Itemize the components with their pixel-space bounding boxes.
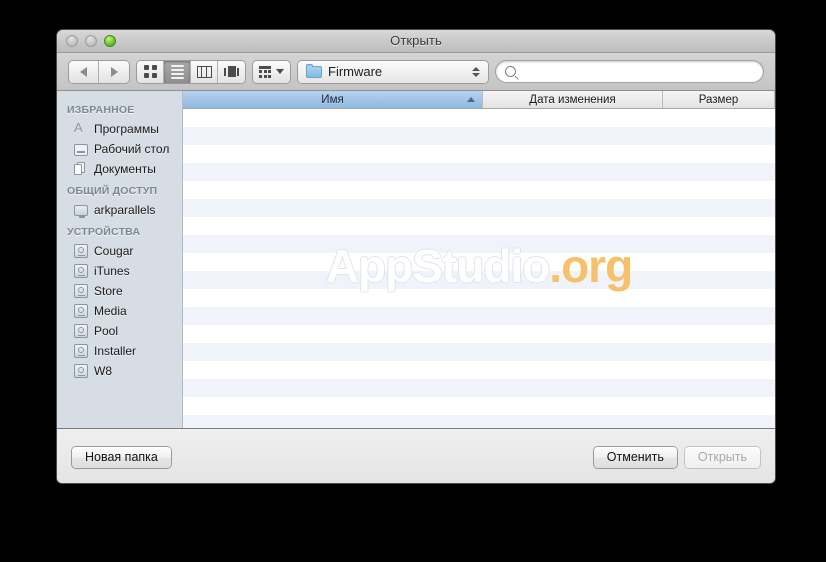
column-header-date-modified[interactable]: Дата изменения [483, 91, 663, 108]
table-row[interactable] [183, 325, 775, 343]
sidebar-item-label: Документы [94, 162, 156, 176]
list-icon [170, 64, 184, 79]
search-icon [505, 66, 516, 77]
window-title: Открыть [390, 33, 442, 48]
title-bar: Открыть [57, 30, 775, 53]
action-gear-icon [259, 65, 271, 78]
path-popup-button[interactable]: Firmware [298, 60, 488, 83]
columns-icon [196, 65, 212, 78]
open-button[interactable]: Открыть [684, 446, 760, 468]
table-row[interactable] [183, 181, 775, 199]
sidebar-item-installer[interactable]: Installer [57, 341, 182, 361]
sidebar-item-label: Media [94, 304, 127, 318]
current-folder-label: Firmware [328, 64, 383, 79]
toolbar: Firmware [57, 53, 775, 91]
sidebar-item-documents[interactable]: Документы [57, 159, 182, 179]
table-row[interactable] [183, 163, 775, 181]
column-view-button[interactable] [191, 60, 218, 83]
documents-icon [74, 162, 88, 176]
sort-ascending-icon [467, 97, 475, 102]
file-list-rows[interactable] [183, 109, 775, 428]
table-row[interactable] [183, 307, 775, 325]
sidebar-section-header-favorites: ИЗБРАННОЕ [67, 104, 135, 116]
forward-button[interactable] [99, 61, 129, 83]
hard-drive-icon [74, 264, 88, 278]
sidebar: ИЗБРАННОЕ Программы Рабочий стол Докумен… [57, 91, 183, 428]
sidebar-item-label: Рабочий стол [94, 142, 170, 156]
screen: Открыть Firmware ИЗБРАННОЕ A Программы Р… [0, 0, 826, 562]
back-button[interactable] [69, 60, 99, 83]
search-input[interactable] [522, 63, 754, 80]
table-row[interactable] [183, 397, 775, 415]
hard-drive-icon [74, 344, 88, 358]
column-header-name-label: Имя [321, 93, 344, 106]
table-row[interactable] [183, 343, 775, 361]
sidebar-item-itunes[interactable]: iTunes [57, 261, 182, 281]
coverflow-view-button[interactable] [218, 61, 245, 83]
table-row[interactable] [183, 253, 775, 271]
folder-icon [306, 63, 322, 78]
hard-drive-icon [74, 244, 88, 258]
search-field[interactable] [496, 61, 763, 82]
forward-arrow-icon [110, 66, 118, 77]
hard-drive-icon [74, 324, 88, 338]
sidebar-item-label: Cougar [94, 244, 134, 258]
sidebar-item-label: Программы [94, 122, 159, 136]
sidebar-item-cougar[interactable]: Cougar [57, 241, 182, 261]
column-header-size[interactable]: Размер [663, 91, 775, 108]
file-list-area: Имя Дата изменения Размер AppStudio.org [183, 91, 775, 428]
list-view-button[interactable] [164, 60, 191, 83]
sidebar-item-store[interactable]: Store [57, 281, 182, 301]
sidebar-item-label: W8 [94, 364, 112, 378]
table-row[interactable] [183, 379, 775, 397]
file-list-column-header: Имя Дата изменения Размер [183, 91, 775, 109]
column-header-size-label: Размер [698, 93, 739, 106]
sidebar-section-header-shared: ОБЩИЙ ДОСТУП [67, 185, 158, 197]
back-arrow-icon [80, 66, 87, 77]
action-menu-button[interactable] [253, 60, 290, 83]
sidebar-item-label: iTunes [94, 264, 130, 278]
dialog-footer: Новая папка Отменить Открыть [57, 429, 775, 483]
sidebar-item-media[interactable]: Media [57, 301, 182, 321]
applications-icon [74, 120, 88, 136]
table-row[interactable] [183, 415, 775, 428]
table-row[interactable] [183, 289, 775, 307]
table-row[interactable] [183, 145, 775, 163]
sidebar-item-desktop[interactable]: Рабочий стол [57, 139, 182, 159]
table-row[interactable] [183, 361, 775, 379]
column-header-date-label: Дата изменения [529, 93, 616, 106]
sidebar-item-w8[interactable]: W8 [57, 361, 182, 381]
sidebar-item-label: arkparallels [94, 203, 156, 217]
new-folder-button[interactable]: Новая папка [72, 446, 171, 468]
table-row[interactable] [183, 109, 775, 127]
sidebar-item-label: Installer [94, 344, 137, 358]
table-row[interactable] [183, 271, 775, 289]
hard-drive-icon [74, 364, 88, 378]
hard-drive-icon [74, 304, 88, 318]
open-file-dialog-window: Открыть Firmware ИЗБРАННОЕ A Программы Р… [57, 30, 775, 483]
sidebar-item-arkparallels[interactable]: arkparallels [57, 200, 182, 220]
column-header-name[interactable]: Имя [183, 91, 483, 108]
sidebar-section-header-devices: УСТРОЙСТВА [67, 226, 141, 238]
cancel-button[interactable]: Отменить [593, 446, 677, 468]
dialog-body: ИЗБРАННОЕ Программы Рабочий стол Докумен… [57, 91, 775, 429]
navigation-segmented-control [69, 60, 129, 83]
sidebar-item-label: Pool [94, 324, 119, 338]
desktop-icon [74, 143, 88, 156]
grid-icon [143, 65, 157, 78]
icon-view-button[interactable] [137, 60, 164, 83]
sidebar-item-pool[interactable]: Pool [57, 321, 182, 341]
hard-drive-icon [74, 284, 88, 298]
up-down-stepper-icon [472, 66, 480, 77]
table-row[interactable] [183, 235, 775, 253]
table-row[interactable] [183, 127, 775, 145]
coverflow-icon [224, 66, 239, 77]
table-row[interactable] [183, 199, 775, 217]
sidebar-item-label: Store [94, 284, 123, 298]
shared-computer-icon [74, 205, 88, 218]
table-row[interactable] [183, 217, 775, 235]
view-mode-segmented-control [137, 60, 245, 83]
chevron-down-icon [276, 69, 284, 74]
sidebar-item-applications[interactable]: Программы [57, 119, 182, 139]
